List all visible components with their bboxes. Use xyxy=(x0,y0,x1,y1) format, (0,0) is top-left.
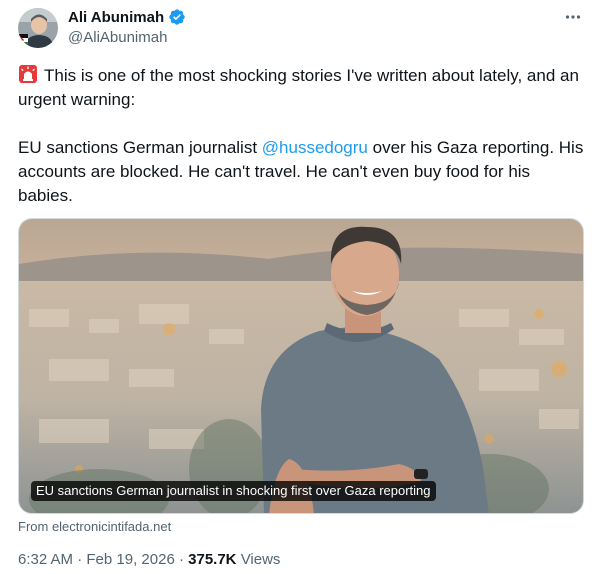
meta-separator: · xyxy=(77,551,83,568)
author-avatar[interactable] xyxy=(18,8,58,48)
verified-badge-icon xyxy=(169,9,185,25)
views-count: 375.7K xyxy=(188,551,237,568)
tweet: Ali Abunimah @AliAbunimah This is one of… xyxy=(0,0,602,574)
tweet-paragraph-2: EU sanctions German journalist @hussedog… xyxy=(18,136,584,208)
mention-link[interactable]: @hussedogru xyxy=(262,138,368,157)
avatar-image xyxy=(18,8,58,48)
author-name[interactable]: Ali Abunimah xyxy=(68,8,186,26)
tweet-paragraph-1: This is one of the most shocking stories… xyxy=(18,64,584,112)
tweet-time[interactable]: 6:32 AM xyxy=(18,551,73,568)
views-label: Views xyxy=(240,551,281,568)
more-options-icon xyxy=(565,15,581,19)
tweet-meta: 6:32 AM · Feb 19, 2026 · 375.7K Views xyxy=(18,551,280,568)
author-name-text[interactable]: Ali Abunimah xyxy=(68,9,164,26)
tweet-date[interactable]: Feb 19, 2026 xyxy=(86,551,174,568)
rotating-light-icon xyxy=(19,65,37,83)
link-card[interactable]: EU sanctions German journalist in shocki… xyxy=(18,218,584,514)
meta-separator: · xyxy=(178,551,184,568)
card-caption: EU sanctions German journalist in shocki… xyxy=(31,481,436,501)
more-options-button[interactable] xyxy=(562,6,584,28)
card-image xyxy=(19,219,583,513)
tweet-line-2-prefix: EU sanctions German journalist xyxy=(18,138,262,157)
card-source[interactable]: From electronicintifada.net xyxy=(18,519,171,534)
tweet-line-1: This is one of the most shocking stories… xyxy=(18,66,579,109)
tweet-text: This is one of the most shocking stories… xyxy=(18,64,584,208)
author-handle[interactable]: @AliAbunimah xyxy=(68,29,167,46)
